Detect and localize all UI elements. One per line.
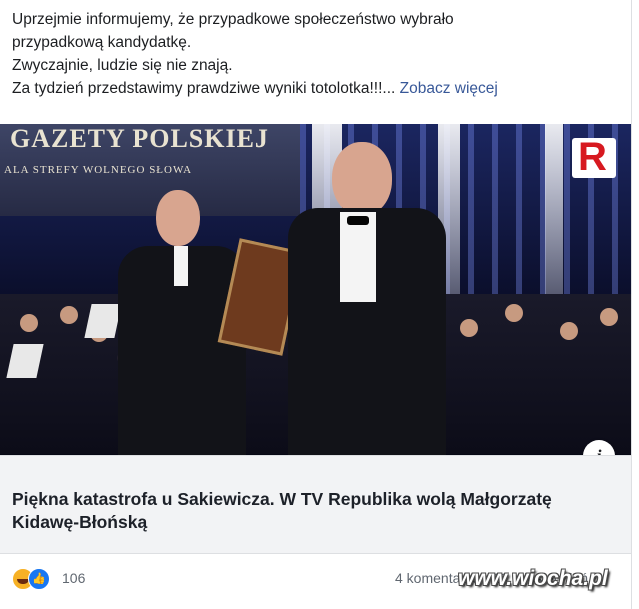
musician [600,308,618,326]
post-text-line-4: Za tydzień przedstawimy prawdziwe wyniki… [12,77,622,100]
link-preview[interactable]: Piękna katastrofa u Sakiewicza. W TV Rep… [0,455,631,554]
watermark: www.wiocha.pl [458,567,608,590]
music-stand [6,344,44,378]
post-image[interactable]: GAZETY POLSKIEJ ALA STREFY WOLNEGO SŁOWA [0,124,631,455]
bowtie [347,216,369,225]
post-text-last-line: Za tydzień przedstawimy prawdziwe wyniki… [12,80,396,97]
link-preview-title[interactable]: Piękna katastrofa u Sakiewicza. W TV Rep… [12,488,602,534]
post-text-line-2: przypadkową kandydatkę. [12,34,192,51]
see-more-link[interactable]: Zobacz więcej [400,80,498,97]
musician [460,319,478,337]
screen-title: GAZETY POLSKIEJ [10,124,269,153]
person-shirt [340,212,376,302]
music-stand [84,304,122,338]
post-text: Uprzejmie informujemy, że przypadkowe sp… [12,8,622,100]
reaction-count: 106 [62,570,86,586]
post-text-line-1: Uprzejmie informujemy, że przypadkowe sp… [12,11,454,28]
facebook-post: Uprzejmie informujemy, że przypadkowe sp… [0,0,632,609]
musician [560,322,578,340]
like-reaction-icon: 👍 [28,568,50,590]
channel-logo: R [572,135,616,179]
musician [505,304,523,322]
channel-logo-letter: R [578,135,607,179]
screen-subtitle: ALA STREFY WOLNEGO SŁOWA [4,164,193,176]
musician [20,314,38,332]
person-head [332,142,392,216]
musician [60,306,78,324]
stage-screen: GAZETY POLSKIEJ ALA STREFY WOLNEGO SŁOWA [0,124,300,216]
post-text-line-3: Zwyczajnie, ludzie się nie znają. [12,57,233,74]
person-shirt [174,246,188,286]
person-head [156,190,200,246]
